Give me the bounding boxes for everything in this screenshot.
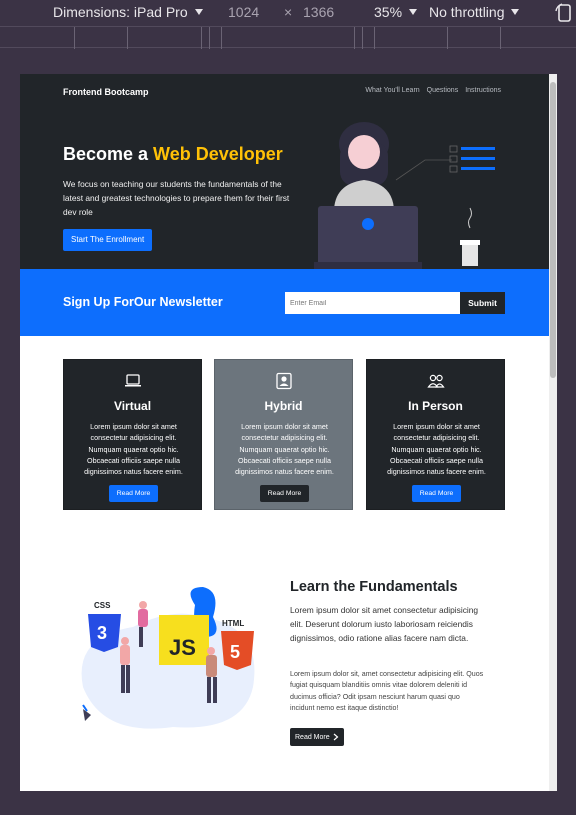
device-toolbar: Dimensions: iPad Pro 1024 × 1366 35% No … <box>0 0 576 26</box>
card-read-more-button[interactable]: Read More <box>109 485 158 502</box>
zoom-label: 35% <box>374 4 403 20</box>
learn-title: Learn the Fundamentals <box>290 579 458 595</box>
card-title: Hybrid <box>264 399 303 413</box>
chevron-down-icon <box>194 9 203 15</box>
throttling-label: No throttling <box>429 4 505 20</box>
card-text: Lorem ipsum dolor sit amet consectetur a… <box>387 422 486 477</box>
chevron-right-icon <box>333 733 339 741</box>
learn-body: Lorem ipsum dolor sit, amet consectetur … <box>290 670 484 712</box>
hero-title-accent: Web Developer <box>153 144 283 164</box>
page-scrollbar[interactable] <box>549 74 557 791</box>
enroll-button[interactable]: Start The Enrollment <box>63 229 153 251</box>
submit-button[interactable]: Submit <box>460 292 505 314</box>
people-icon <box>427 374 445 388</box>
width-field[interactable]: 1024 <box>228 4 259 20</box>
navbar-links: What You'll Learn Questions Instructions <box>365 87 501 94</box>
throttling-select[interactable]: No throttling <box>429 4 520 20</box>
laptop-icon <box>125 374 141 387</box>
hero-section: Frontend Bootcamp What You'll Learn Ques… <box>20 74 549 270</box>
card-title: In Person <box>408 399 463 413</box>
card-virtual: Virtual Lorem ipsum dolor sit amet conse… <box>63 359 202 510</box>
learn-read-more-label: Read More <box>295 733 330 741</box>
learn-read-more-button[interactable]: Read More <box>290 728 344 746</box>
email-input[interactable] <box>285 292 460 314</box>
card-text: Lorem ipsum dolor sit amet consectetur a… <box>84 422 183 477</box>
nav-link-questions[interactable]: Questions <box>427 87 459 94</box>
emulated-page: Frontend Bootcamp What You'll Learn Ques… <box>20 74 557 791</box>
device-select[interactable]: Dimensions: iPad Pro <box>53 4 203 20</box>
scrollbar-thumb[interactable] <box>550 82 556 378</box>
dimension-separator: × <box>284 4 293 20</box>
media-query-ruler <box>0 26 576 49</box>
hero-description: We focus on teaching our students the fu… <box>63 179 290 217</box>
height-field[interactable]: 1366 <box>303 4 334 20</box>
svg-text:3: 3 <box>97 623 107 643</box>
card-text: Lorem ipsum dolor sit amet consectetur a… <box>235 422 334 477</box>
card-read-more-button[interactable]: Read More <box>412 485 461 502</box>
nav-link-instructions[interactable]: Instructions <box>465 87 501 94</box>
chevron-down-icon <box>511 9 520 15</box>
person-badge-icon <box>276 372 292 390</box>
chevron-down-icon <box>409 9 418 15</box>
hero-title: Become a Web Developer <box>63 144 283 165</box>
card-in-person: In Person Lorem ipsum dolor sit amet con… <box>366 359 505 510</box>
svg-text:5: 5 <box>230 642 240 662</box>
css-label: CSS <box>94 601 111 610</box>
fundamentals-illustration: CSS 3 JS HTML 5 <box>81 587 255 729</box>
js-label: JS <box>169 635 196 660</box>
learn-lead: Lorem ipsum dolor sit amet consectetur a… <box>290 605 479 643</box>
hero-illustration <box>314 122 495 270</box>
hero-title-prefix: Become a <box>63 144 154 164</box>
card-title: Virtual <box>113 399 152 413</box>
card-hybrid: Hybrid Lorem ipsum dolor sit amet consec… <box>214 359 353 510</box>
newsletter-title: Sign Up ForOur Newsletter <box>63 295 223 309</box>
card-read-more-button[interactable]: Read More <box>260 485 309 502</box>
device-select-label: Dimensions: iPad Pro <box>53 4 188 20</box>
zoom-select[interactable]: 35% <box>374 4 418 20</box>
navbar-brand[interactable]: Frontend Bootcamp <box>63 87 149 97</box>
html-label: HTML <box>222 619 244 628</box>
newsletter-section: Sign Up ForOur Newsletter Submit <box>20 269 549 336</box>
rotate-icon[interactable] <box>554 2 576 24</box>
nav-link-learn[interactable]: What You'll Learn <box>365 87 419 94</box>
